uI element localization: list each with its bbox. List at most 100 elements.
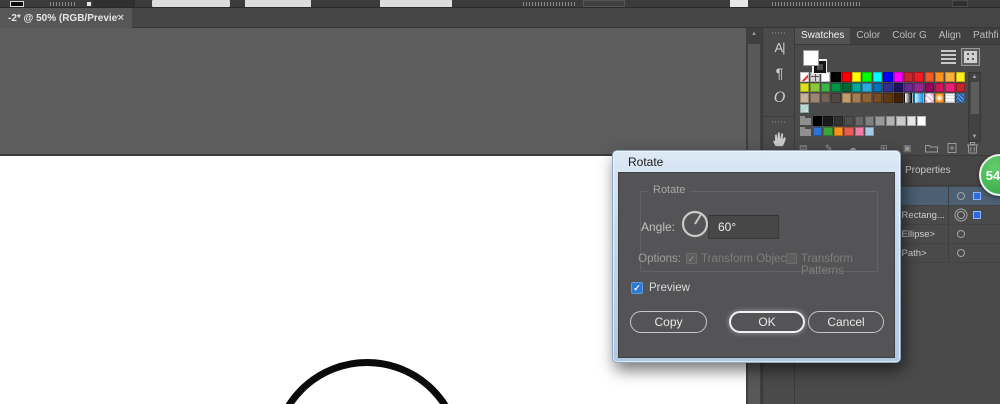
swatch[interactable] <box>916 116 927 126</box>
swatch[interactable] <box>914 93 924 103</box>
swatch[interactable] <box>893 72 903 82</box>
swatch[interactable] <box>885 116 896 126</box>
swatch[interactable] <box>955 93 966 103</box>
swatch[interactable] <box>800 93 810 103</box>
swatch[interactable] <box>924 93 935 103</box>
swatch[interactable] <box>831 93 841 103</box>
cancel-button[interactable]: Cancel <box>808 311 884 333</box>
swatch[interactable] <box>935 82 945 92</box>
selection-indicator[interactable] <box>973 211 981 219</box>
scroll-up-icon[interactable]: ▲ <box>746 31 762 37</box>
panel-grip[interactable] <box>771 32 786 34</box>
swatch[interactable] <box>833 126 844 136</box>
swatch[interactable] <box>820 93 831 103</box>
swatch[interactable] <box>914 82 924 92</box>
toolbar-field[interactable] <box>245 0 311 7</box>
transform-patterns-checkbox[interactable] <box>786 253 797 264</box>
swatch[interactable] <box>872 93 883 103</box>
swatch[interactable] <box>823 126 833 136</box>
swatch[interactable] <box>883 93 893 103</box>
swatch[interactable] <box>906 116 916 126</box>
panel-tab-color[interactable]: Color <box>850 28 886 44</box>
swatches-scrollbar[interactable]: ▲ ▼ <box>968 72 981 142</box>
swatch[interactable] <box>893 82 903 92</box>
target-circle-icon[interactable] <box>957 230 965 238</box>
angle-dial[interactable] <box>680 209 710 244</box>
swatch[interactable] <box>844 126 854 136</box>
swatch[interactable] <box>854 116 864 126</box>
scroll-up-icon[interactable]: ▲ <box>969 74 980 80</box>
swatch[interactable] <box>945 82 955 92</box>
swatch-options-icon[interactable]: ▣ <box>903 142 912 154</box>
swatch[interactable] <box>810 82 820 92</box>
swatch[interactable] <box>862 72 872 82</box>
swatch[interactable] <box>883 72 893 82</box>
toolbar-field[interactable] <box>730 0 748 7</box>
swatch[interactable] <box>844 116 854 126</box>
swatch[interactable] <box>800 72 810 82</box>
new-color-group-icon[interactable] <box>925 142 938 156</box>
panel-tab-swatches[interactable]: Swatches <box>795 28 851 44</box>
preview-checkbox[interactable]: ✓ <box>631 282 643 294</box>
scrollbar-thumb[interactable] <box>970 82 979 114</box>
swatch[interactable] <box>903 72 914 82</box>
toolbar-field[interactable] <box>380 0 452 7</box>
swatch[interactable] <box>831 82 841 92</box>
toolbar-field[interactable] <box>152 0 230 7</box>
character-panel-icon[interactable]: A| <box>763 40 796 55</box>
swatch[interactable] <box>903 93 914 103</box>
opentype-panel-icon[interactable]: O <box>763 89 796 107</box>
swatch[interactable] <box>862 93 872 103</box>
swatch[interactable] <box>864 126 875 136</box>
swatch[interactable] <box>924 82 935 92</box>
swatch[interactable] <box>851 72 862 82</box>
panel-tab-pathfi[interactable]: Pathfi <box>967 28 1000 44</box>
close-tab-icon[interactable]: × <box>118 13 124 24</box>
swatch[interactable] <box>896 116 906 126</box>
swatch[interactable] <box>893 93 903 103</box>
swatch[interactable] <box>945 93 955 103</box>
swatch[interactable] <box>924 72 935 82</box>
panel-grip[interactable] <box>771 121 786 123</box>
target-circle-icon[interactable] <box>957 192 965 200</box>
ok-button[interactable]: OK <box>729 311 805 333</box>
target-circle-icon[interactable] <box>957 249 965 257</box>
swatch[interactable] <box>810 93 820 103</box>
swatch[interactable] <box>872 82 883 92</box>
color-group-icon[interactable] <box>800 126 812 137</box>
tab-properties[interactable]: Properties <box>905 165 951 176</box>
swatch[interactable] <box>820 82 831 92</box>
copy-button[interactable]: Copy <box>630 311 707 333</box>
swatch[interactable] <box>841 72 851 82</box>
selection-indicator[interactable] <box>973 192 981 200</box>
swatch[interactable] <box>813 126 823 136</box>
swatch[interactable] <box>851 82 862 92</box>
swatch[interactable] <box>864 116 875 126</box>
target-circle-icon[interactable] <box>957 211 965 219</box>
swatch[interactable] <box>823 116 833 126</box>
list-view-icon[interactable] <box>941 50 956 64</box>
panel-tab-color-g[interactable]: Color G <box>886 28 932 44</box>
swatch[interactable] <box>875 116 885 126</box>
swatch[interactable] <box>935 93 945 103</box>
artwork-outer-circle[interactable] <box>271 359 463 404</box>
swatch[interactable] <box>883 82 893 92</box>
document-tab[interactable]: -2* @ 50% (RGB/Preview) × <box>0 8 132 28</box>
swatch[interactable] <box>955 82 966 92</box>
fill-color-indicator[interactable] <box>803 50 819 66</box>
swatch[interactable] <box>813 116 823 126</box>
swatch[interactable] <box>862 82 872 92</box>
swatch[interactable] <box>841 82 851 92</box>
scroll-down-icon[interactable]: ▼ <box>969 134 980 140</box>
swatch[interactable] <box>851 93 862 103</box>
swatch[interactable] <box>831 72 841 82</box>
color-well[interactable] <box>10 1 24 7</box>
paragraph-panel-icon[interactable]: ¶ <box>763 65 796 81</box>
swatch[interactable] <box>833 116 844 126</box>
swatch[interactable] <box>800 82 810 92</box>
swatch[interactable] <box>945 72 955 82</box>
swatch[interactable] <box>914 72 924 82</box>
swatch[interactable] <box>800 103 810 113</box>
swatch[interactable] <box>872 72 883 82</box>
swatch[interactable] <box>841 93 851 103</box>
